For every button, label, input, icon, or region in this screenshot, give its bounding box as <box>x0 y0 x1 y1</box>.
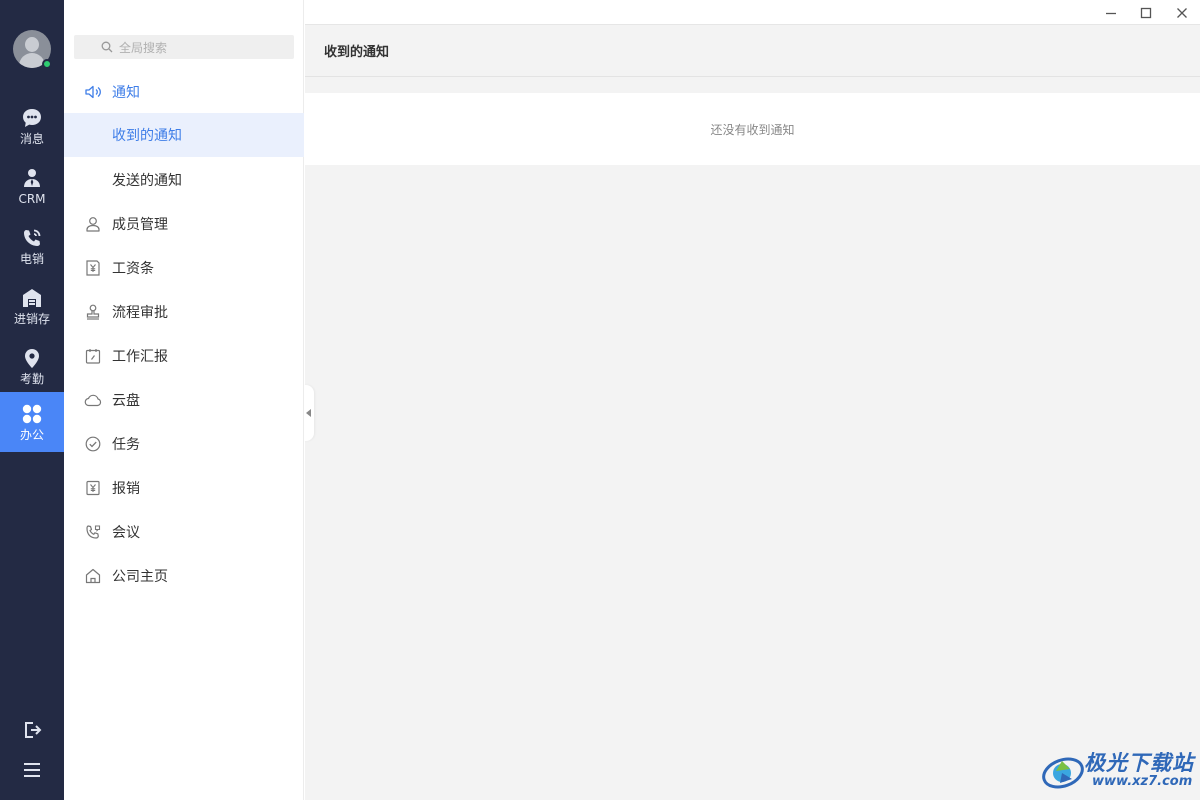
empty-state: 还没有收到通知 <box>305 93 1200 165</box>
sidebar-item-label: 报销 <box>112 481 140 497</box>
chat-bubble-icon <box>23 108 41 127</box>
rail-item-messages[interactable]: 消息 <box>0 96 64 156</box>
search-icon <box>101 41 113 53</box>
cloud-icon <box>84 394 102 407</box>
sidebar-item-label: 任务 <box>112 437 140 453</box>
main-content: 收到的通知 还没有收到通知 <box>305 0 1200 800</box>
sidebar-item-approval[interactable]: 流程审批 <box>64 290 304 334</box>
sidebar-item-company-home[interactable]: 公司主页 <box>64 554 304 598</box>
rail-item-office[interactable]: 办公 <box>0 392 64 452</box>
payslip-icon <box>86 260 100 276</box>
rail-item-crm[interactable]: CRM <box>0 156 64 216</box>
sidebar-item-notifications[interactable]: 通知 <box>64 70 304 114</box>
global-search-input[interactable]: 全局搜索 <box>74 35 294 59</box>
warehouse-icon <box>23 288 41 307</box>
check-circle-icon <box>85 436 101 452</box>
sidebar-item-label: 会议 <box>112 525 140 541</box>
logout-button[interactable] <box>0 712 64 748</box>
sidebar-item-label: 工作汇报 <box>112 349 168 365</box>
sidebar-item-label: 流程审批 <box>112 305 168 321</box>
collapse-sidebar-handle[interactable] <box>304 385 314 441</box>
grid-icon <box>22 404 42 423</box>
sidebar-item-label: 成员管理 <box>112 217 168 233</box>
stamp-icon <box>86 304 100 320</box>
sidebar-item-tasks[interactable]: 任务 <box>64 422 304 466</box>
watermark-title: 极光下载站 <box>1084 751 1194 775</box>
rail-item-telesales[interactable]: 电销 <box>0 216 64 276</box>
office-sidebar: 全局搜索 通知 收到的通知 发送的通知 成员管理 工资条 流程审批 工作汇报 云… <box>64 0 304 800</box>
speaker-icon <box>85 85 101 99</box>
sidebar-item-label: 工资条 <box>112 261 154 277</box>
person-icon <box>24 168 40 187</box>
sidebar-item-members[interactable]: 成员管理 <box>64 202 304 246</box>
sidebar-item-received-notifications[interactable]: 收到的通知 <box>64 113 304 157</box>
page-title: 收到的通知 <box>305 25 1200 77</box>
left-rail: 消息 CRM 电销 进销存 考勤 办公 <box>0 0 64 800</box>
sidebar-item-meeting[interactable]: 会议 <box>64 510 304 554</box>
rail-item-inventory[interactable]: 进销存 <box>0 276 64 336</box>
sidebar-item-label: 收到的通知 <box>112 128 182 144</box>
user-outline-icon <box>86 217 100 232</box>
rail-label: 办公 <box>19 427 44 442</box>
maximize-button[interactable] <box>1128 0 1164 25</box>
home-icon <box>85 568 101 584</box>
watermark-logo-icon <box>1042 757 1084 789</box>
logout-icon <box>25 722 42 738</box>
rail-label: 电销 <box>19 251 44 266</box>
menu-button[interactable] <box>0 752 64 788</box>
yen-receipt-icon <box>86 480 100 496</box>
sidebar-item-label: 公司主页 <box>112 569 168 585</box>
rail-label: 消息 <box>19 131 44 146</box>
menu-icon <box>24 763 40 777</box>
online-status-dot <box>42 59 52 69</box>
sidebar-item-payslip[interactable]: 工资条 <box>64 246 304 290</box>
sidebar-item-label: 通知 <box>112 85 140 101</box>
search-placeholder: 全局搜索 <box>119 40 168 55</box>
sidebar-item-work-report[interactable]: 工作汇报 <box>64 334 304 378</box>
phone-icon <box>24 229 41 246</box>
app-window: 消息 CRM 电销 进销存 考勤 办公 全局搜索 通知 收到的通知 发送的通知 … <box>0 0 1200 800</box>
maximize-icon <box>1140 7 1152 18</box>
sidebar-item-cloud-drive[interactable]: 云盘 <box>64 378 304 422</box>
minimize-button[interactable] <box>1093 0 1129 25</box>
close-icon <box>1177 7 1187 18</box>
rail-label: CRM <box>18 191 46 206</box>
sidebar-item-sent-notifications[interactable]: 发送的通知 <box>64 158 304 202</box>
rail-item-attendance[interactable]: 考勤 <box>0 336 64 396</box>
window-titlebar <box>305 0 1200 25</box>
sidebar-item-label: 云盘 <box>112 393 140 409</box>
empty-state-text: 还没有收到通知 <box>710 122 795 137</box>
watermark-url: www.xz7.com <box>1092 774 1193 789</box>
rail-label: 进销存 <box>13 311 50 326</box>
location-pin-icon <box>25 348 39 368</box>
watermark: 极光下载站 www.xz7.com <box>1040 745 1200 795</box>
calendar-report-icon <box>85 349 101 364</box>
conference-phone-icon <box>86 525 101 539</box>
sidebar-item-label: 发送的通知 <box>112 173 182 189</box>
rail-label: 考勤 <box>19 371 44 386</box>
sidebar-item-reimbursement[interactable]: 报销 <box>64 466 304 510</box>
minimize-icon <box>1106 12 1116 14</box>
close-button[interactable] <box>1164 0 1200 25</box>
chevron-left-icon <box>306 409 311 417</box>
